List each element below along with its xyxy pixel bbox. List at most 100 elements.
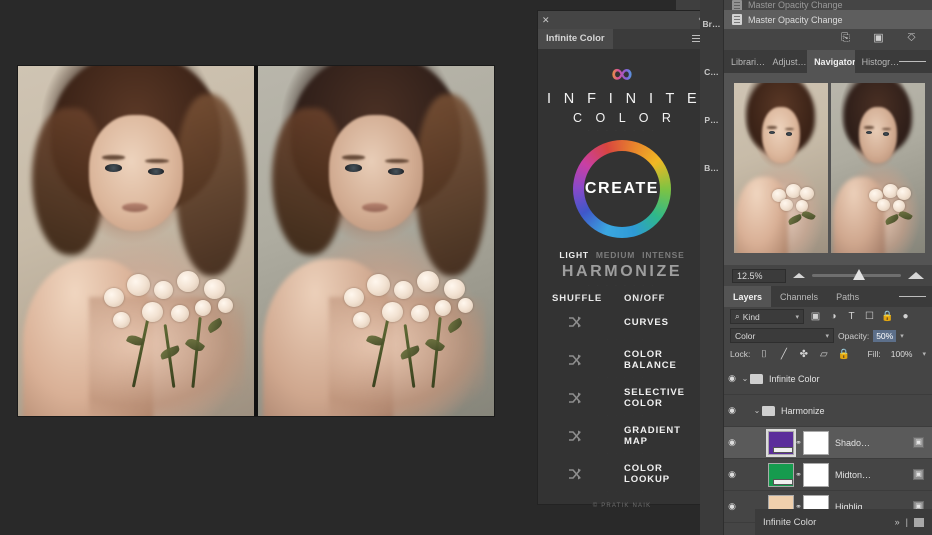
- history-button-row[interactable]: ⎘ ▣ ⎏: [724, 29, 932, 44]
- bottom-tab-label[interactable]: Infinite Color: [763, 517, 816, 528]
- layers-tabstrip[interactable]: Layers Channels Paths: [724, 286, 932, 307]
- tab-paths[interactable]: Paths: [827, 286, 868, 307]
- intensity-intense[interactable]: INTENSE: [642, 250, 684, 260]
- tab-layers[interactable]: Layers: [724, 286, 771, 307]
- expand-icon[interactable]: »: [895, 517, 900, 527]
- tab-adjustments[interactable]: Adjust…: [766, 50, 808, 73]
- layer-filter-kind-select[interactable]: ⌕ Kind ▾: [730, 309, 804, 324]
- harmonize-label-color-lookup[interactable]: COLOR LOOKUP: [624, 463, 670, 485]
- bottom-panel-tab[interactable]: Infinite Color » |: [755, 509, 932, 535]
- filter-pixel-icon[interactable]: ▣: [809, 310, 822, 323]
- lock-image-pixels-icon[interactable]: ╱: [777, 348, 790, 361]
- harmonize-row-color-balance[interactable]: COLOR BALANCE: [538, 349, 706, 371]
- layer-visibility-icon[interactable]: ◉: [724, 469, 740, 480]
- navigator-tabstrip[interactable]: Librari… Adjust… Navigator Histogr…: [724, 50, 932, 73]
- filter-smart-object-icon[interactable]: 🔒: [881, 310, 894, 323]
- layer-visibility-icon[interactable]: ◉: [724, 373, 740, 384]
- layers-panel[interactable]: ⌕ Kind ▾ ▣ ◑ T ☐ 🔒 ● Color ▾ Opacity: 50…: [724, 307, 932, 509]
- layer-visibility-icon[interactable]: ◉: [724, 501, 740, 512]
- opacity-input[interactable]: 50%: [873, 330, 896, 342]
- shuffle-icon[interactable]: [552, 392, 624, 404]
- layer-name[interactable]: Infinite Color: [769, 374, 820, 384]
- group-disclosure-icon[interactable]: ⌄: [740, 374, 750, 383]
- rail-tab-b[interactable]: B…: [700, 144, 723, 192]
- infinite-color-tabrow[interactable]: Infinite Color: [538, 29, 706, 49]
- layer-visibility-icon[interactable]: ◉: [724, 437, 740, 448]
- layer-mask-thumbnail[interactable]: [803, 431, 829, 455]
- close-icon[interactable]: ✕: [542, 14, 550, 26]
- tab-navigator[interactable]: Navigator: [807, 50, 855, 73]
- lock-artboard-nesting-icon[interactable]: ▱: [817, 348, 830, 361]
- new-document-from-state-icon[interactable]: ⎘: [839, 32, 852, 44]
- harmonize-row-color-lookup[interactable]: COLOR LOOKUP: [538, 463, 706, 485]
- layer-row-group-harmonize[interactable]: ◉ ⌄ Harmonize: [724, 395, 932, 427]
- zoom-slider-handle[interactable]: [853, 269, 865, 280]
- zoom-slider[interactable]: [812, 274, 901, 277]
- layer-fx-icon[interactable]: ▣: [913, 437, 924, 448]
- shuffle-icon[interactable]: [552, 430, 624, 442]
- lock-position-icon[interactable]: ✤: [797, 348, 810, 361]
- layer-name[interactable]: Midton…: [835, 470, 871, 480]
- intensity-level-group[interactable]: LIGHT MEDIUM INTENSE: [538, 250, 706, 260]
- tab-channels[interactable]: Channels: [771, 286, 827, 307]
- history-state-row-selected[interactable]: Master Opacity Change: [724, 10, 932, 29]
- history-state-row[interactable]: Master Opacity Change: [724, 0, 932, 10]
- camera-snapshot-icon[interactable]: ▣: [872, 32, 885, 44]
- before-image[interactable]: [18, 66, 254, 416]
- harmonize-label-gradient-map[interactable]: GRADIENT MAP: [624, 425, 681, 447]
- harmonize-label-color-balance[interactable]: COLOR BALANCE: [624, 349, 677, 371]
- chevron-down-icon[interactable]: ▾: [825, 332, 829, 340]
- harmonize-row-gradient-map[interactable]: GRADIENT MAP: [538, 425, 706, 447]
- layer-row-shadows[interactable]: ◉ ⚭ Shado… ▣: [724, 427, 932, 459]
- zoom-in-icon[interactable]: [908, 272, 924, 279]
- filter-toggle-icon[interactable]: ●: [899, 310, 912, 323]
- panel-menu-icon[interactable]: [899, 286, 932, 307]
- image-comparison-pair[interactable]: [18, 66, 494, 416]
- layer-name[interactable]: Harmonize: [781, 406, 825, 416]
- filter-adjustment-icon[interactable]: ◑: [827, 310, 840, 323]
- layer-mask-thumbnail[interactable]: [803, 463, 829, 487]
- harmonize-label-selective-color[interactable]: SELECTIVE COLOR: [624, 387, 685, 409]
- zoom-level-input[interactable]: 12.5%: [732, 269, 786, 283]
- infinite-color-panel[interactable]: ✕ « Infinite Color ∞ I N F I N I T E C O…: [537, 10, 707, 505]
- filter-shape-icon[interactable]: ☐: [863, 310, 876, 323]
- panel-menu-icon[interactable]: [914, 518, 924, 527]
- link-icon[interactable]: ⚭: [794, 438, 803, 447]
- shuffle-icon[interactable]: [552, 316, 624, 328]
- history-panel[interactable]: Master Opacity Change Master Opacity Cha…: [724, 0, 932, 48]
- layer-row-midtones[interactable]: ◉ ⚭ Midton… ▣: [724, 459, 932, 491]
- rail-tab-clone[interactable]: C…: [700, 48, 723, 96]
- intensity-medium[interactable]: MEDIUM: [596, 250, 635, 260]
- lock-all-icon[interactable]: 🔒: [837, 348, 850, 361]
- intensity-light[interactable]: LIGHT: [559, 250, 589, 260]
- infinite-color-titlebar[interactable]: ✕ «: [538, 11, 706, 29]
- opacity-chevron-down-icon[interactable]: ▾: [900, 332, 904, 340]
- layer-thumbnail[interactable]: [768, 431, 794, 455]
- create-button[interactable]: CREATE: [573, 140, 671, 238]
- rail-tab-brushes[interactable]: Br…: [700, 0, 723, 48]
- tab-histogram[interactable]: Histogr…: [855, 50, 899, 73]
- blend-opacity-row[interactable]: Color ▾ Opacity: 50% ▾: [724, 326, 932, 345]
- lock-transparent-pixels-icon[interactable]: ⌷: [757, 348, 770, 361]
- rail-tab-properties[interactable]: P…: [700, 96, 723, 144]
- link-icon[interactable]: ⚭: [794, 470, 803, 479]
- layer-thumbnail[interactable]: [768, 463, 794, 487]
- collapsed-panel-rail[interactable]: Br… C… P… B…: [700, 0, 724, 535]
- shuffle-icon[interactable]: [552, 354, 624, 366]
- harmonize-row-curves[interactable]: CURVES: [538, 311, 706, 333]
- lock-row[interactable]: Lock: ⌷ ╱ ✤ ▱ 🔒 Fill: 100% ▾: [724, 345, 932, 363]
- chevron-down-icon[interactable]: ▾: [795, 313, 799, 321]
- navigator-thumbnail[interactable]: [734, 83, 926, 253]
- blend-mode-select[interactable]: Color ▾: [730, 328, 834, 343]
- layer-row-group-infinite-color[interactable]: ◉ ⌄ Infinite Color: [724, 363, 932, 395]
- harmonize-label-curves[interactable]: CURVES: [624, 317, 669, 328]
- navigator-panel[interactable]: [724, 73, 932, 265]
- layer-visibility-icon[interactable]: ◉: [724, 405, 740, 416]
- group-disclosure-icon[interactable]: ⌄: [752, 406, 762, 415]
- trash-icon[interactable]: ⎏: [905, 32, 918, 44]
- bottom-tab-controls[interactable]: » |: [895, 517, 924, 527]
- shuffle-icon[interactable]: [552, 468, 624, 480]
- navigator-zoom-bar[interactable]: 12.5%: [724, 265, 932, 286]
- harmonize-row-selective-color[interactable]: SELECTIVE COLOR: [538, 387, 706, 409]
- layer-fx-icon[interactable]: ▣: [913, 469, 924, 480]
